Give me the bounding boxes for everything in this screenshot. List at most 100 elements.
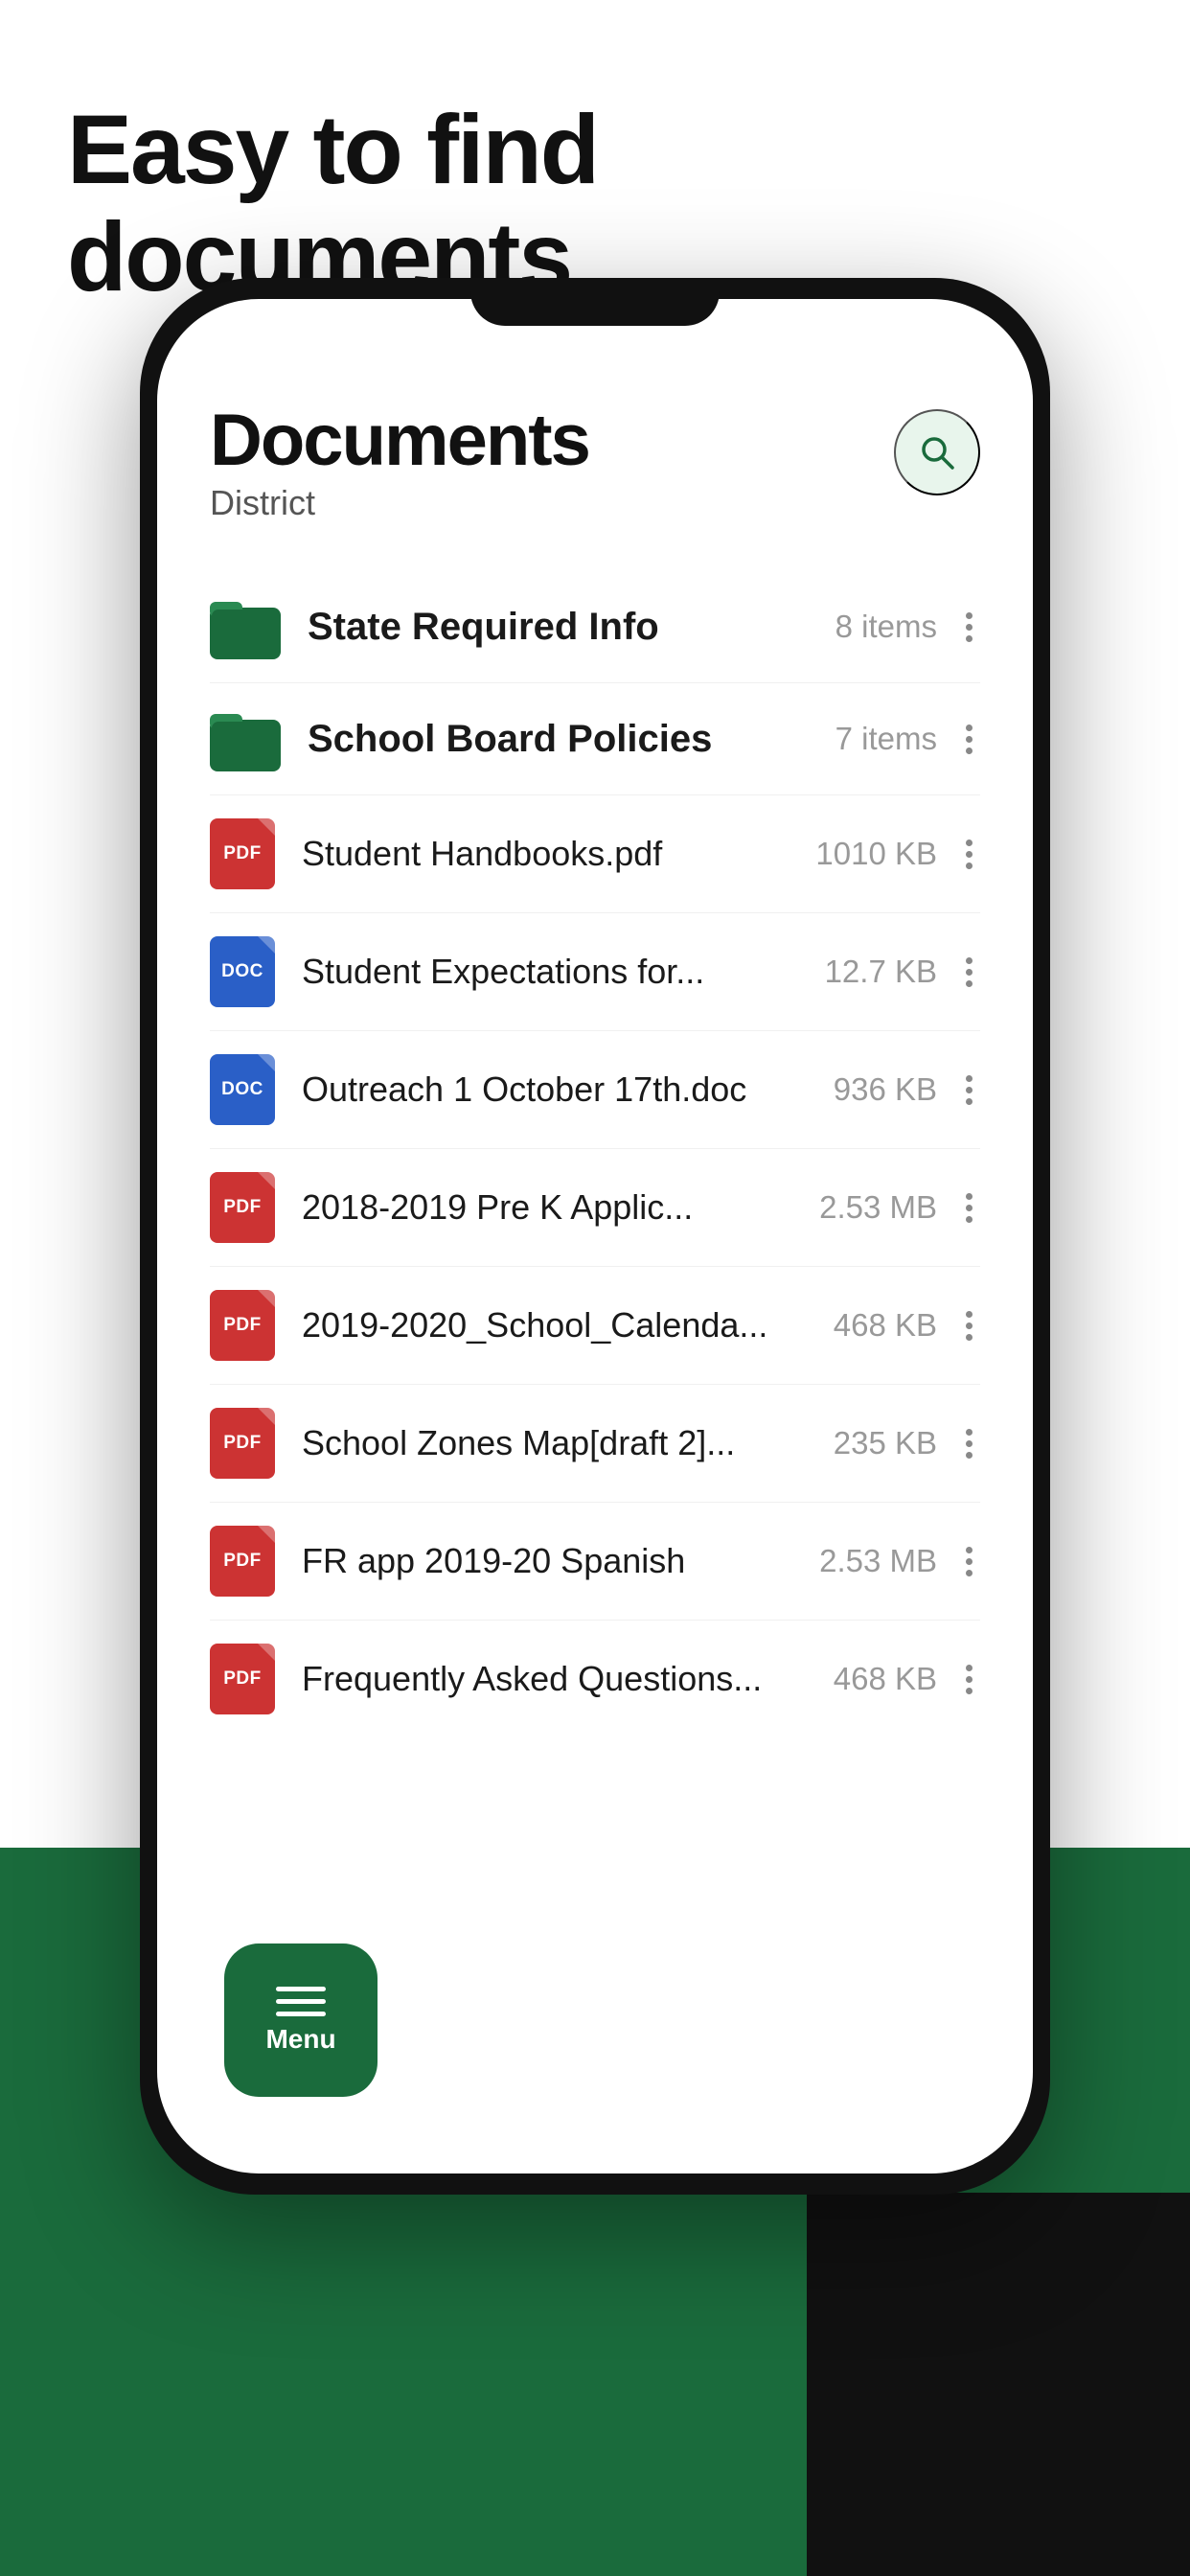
folder-item[interactable]: School Board Policies 7 items — [210, 683, 980, 795]
file-name: 2018-2019 Pre K Applic... — [302, 1187, 819, 1228]
dot — [966, 957, 973, 964]
file-item[interactable]: pdf 2018-2019 Pre K Applic... 2.53 MB — [210, 1149, 980, 1267]
dot — [966, 1311, 973, 1318]
dot — [966, 1322, 973, 1329]
dot — [966, 724, 973, 731]
file-type-label: pdf — [223, 1551, 262, 1572]
menu-button[interactable]: Menu — [224, 1944, 378, 2097]
more-options-button[interactable] — [958, 950, 980, 995]
menu-label: Menu — [265, 2024, 335, 2055]
file-type-label: pdf — [223, 1668, 262, 1690]
folder-count: 7 items — [835, 721, 937, 757]
dot — [966, 1558, 973, 1565]
file-type-icon: pdf — [210, 818, 275, 889]
folder-count: 8 items — [835, 609, 937, 645]
menu-line — [276, 1987, 326, 1991]
file-name: Student Expectations for... — [302, 952, 825, 992]
dot — [966, 1429, 973, 1436]
more-options-button[interactable] — [958, 1185, 980, 1230]
file-size: 235 KB — [834, 1425, 937, 1461]
file-type-label: pdf — [223, 843, 262, 864]
file-size: 468 KB — [834, 1661, 937, 1697]
folder-item[interactable]: State Required Info 8 items — [210, 571, 980, 683]
file-type-icon: pdf — [210, 1172, 275, 1243]
more-options-button[interactable] — [958, 832, 980, 877]
file-type-icon: pdf — [210, 1526, 275, 1597]
dot — [966, 1087, 973, 1093]
dot — [966, 980, 973, 987]
file-item[interactable]: doc Student Expectations for... 12.7 KB — [210, 913, 980, 1031]
menu-line — [276, 2012, 326, 2016]
phone-screen: Documents District — [157, 299, 1033, 2174]
phone-notch — [470, 278, 720, 326]
documents-header: Documents District — [210, 404, 980, 523]
folder-name: State Required Info — [308, 606, 835, 649]
dot — [966, 1075, 973, 1082]
file-size: 2.53 MB — [819, 1189, 937, 1226]
file-type-icon: pdf — [210, 1644, 275, 1714]
menu-lines-icon — [276, 1987, 326, 2016]
documents-subtitle: District — [210, 483, 589, 523]
dot — [966, 1665, 973, 1671]
dot — [966, 1452, 973, 1459]
dot — [966, 736, 973, 743]
more-options-button[interactable] — [958, 1068, 980, 1113]
dot — [966, 1676, 973, 1683]
dot — [966, 1570, 973, 1576]
file-type-label: doc — [221, 1079, 263, 1100]
file-item[interactable]: pdf School Zones Map[draft 2]... 235 KB — [210, 1385, 980, 1503]
file-size: 936 KB — [834, 1071, 937, 1108]
file-type-icon: doc — [210, 1054, 275, 1125]
more-options-button[interactable] — [958, 1303, 980, 1348]
file-type-label: doc — [221, 961, 263, 982]
file-type-label: pdf — [223, 1433, 262, 1454]
file-name: 2019-2020_School_Calenda... — [302, 1305, 834, 1346]
dot — [966, 748, 973, 754]
file-item[interactable]: doc Outreach 1 October 17th.doc 936 KB — [210, 1031, 980, 1149]
file-list: pdf Student Handbooks.pdf 1010 KB doc St… — [210, 795, 980, 1737]
dot — [966, 1193, 973, 1200]
more-options-button[interactable] — [958, 1657, 980, 1702]
file-size: 2.53 MB — [819, 1543, 937, 1579]
dot — [966, 862, 973, 869]
more-options-button[interactable] — [958, 717, 980, 762]
dot — [966, 635, 973, 642]
folder-name: School Board Policies — [308, 718, 835, 761]
screen-content: Documents District — [157, 299, 1033, 2174]
file-item[interactable]: pdf 2019-2020_School_Calenda... 468 KB — [210, 1267, 980, 1385]
dot — [966, 1334, 973, 1341]
dot — [966, 840, 973, 846]
dot — [966, 624, 973, 631]
more-options-button[interactable] — [958, 1539, 980, 1584]
dot — [966, 1098, 973, 1105]
dot — [966, 1440, 973, 1447]
file-item[interactable]: pdf FR app 2019-20 Spanish 2.53 MB — [210, 1503, 980, 1621]
file-name: Student Handbooks.pdf — [302, 834, 815, 874]
file-item[interactable]: pdf Student Handbooks.pdf 1010 KB — [210, 795, 980, 913]
file-size: 1010 KB — [815, 836, 937, 872]
dot — [966, 612, 973, 619]
more-options-button[interactable] — [958, 605, 980, 650]
phone-frame: Documents District — [140, 278, 1050, 2195]
file-name: Outreach 1 October 17th.doc — [302, 1070, 834, 1110]
file-name: School Zones Map[draft 2]... — [302, 1423, 834, 1463]
search-icon — [918, 433, 956, 472]
dot — [966, 1688, 973, 1694]
documents-title: Documents — [210, 404, 589, 477]
file-size: 12.7 KB — [825, 954, 937, 990]
dot — [966, 851, 973, 858]
file-name: Frequently Asked Questions... — [302, 1659, 834, 1699]
file-item[interactable]: pdf Frequently Asked Questions... 468 KB — [210, 1621, 980, 1737]
dot — [966, 1205, 973, 1211]
menu-line — [276, 1999, 326, 2004]
dot — [966, 1547, 973, 1553]
file-type-label: pdf — [223, 1315, 262, 1336]
bottom-black-shape — [807, 2193, 1190, 2576]
more-options-button[interactable] — [958, 1421, 980, 1466]
file-type-label: pdf — [223, 1197, 262, 1218]
search-button[interactable] — [894, 409, 980, 495]
file-type-icon: pdf — [210, 1408, 275, 1479]
folder-icon — [210, 594, 281, 659]
file-size: 468 KB — [834, 1307, 937, 1344]
dot — [966, 969, 973, 976]
